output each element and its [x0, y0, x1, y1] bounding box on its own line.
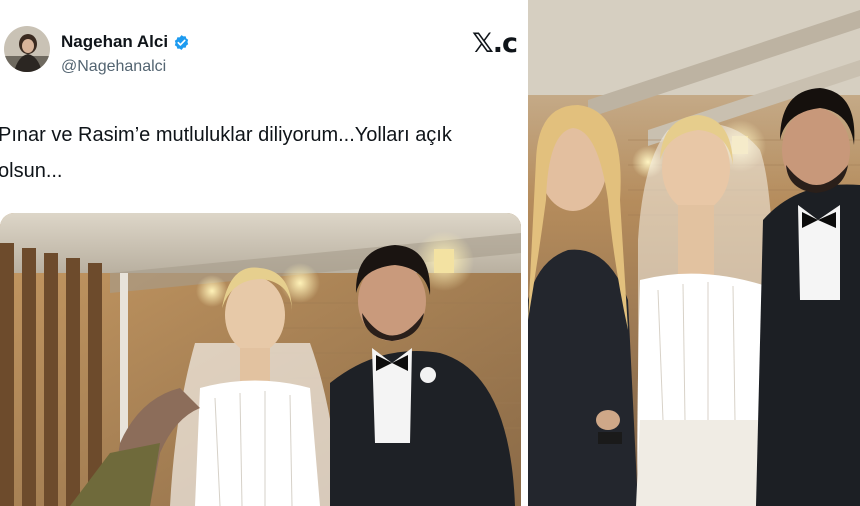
wedding-photo[interactable]: [528, 0, 860, 506]
tweet-text: Pınar ve Rasim’e mutluluklar diliyorum..…: [0, 124, 458, 182]
author-display-name[interactable]: Nagehan Alci: [61, 32, 190, 52]
verified-badge-icon: [173, 34, 190, 51]
tweet-card: Nagehan Alci @Nagehanalci 𝕏.c Pınar ve R…: [0, 0, 524, 506]
x-logo-icon[interactable]: 𝕏.c: [472, 28, 518, 59]
author-name-text: Nagehan Alci: [61, 32, 169, 51]
author-handle[interactable]: @Nagehanalci: [61, 58, 166, 76]
author-avatar[interactable]: [4, 26, 50, 72]
tweet-photo[interactable]: [0, 213, 521, 506]
